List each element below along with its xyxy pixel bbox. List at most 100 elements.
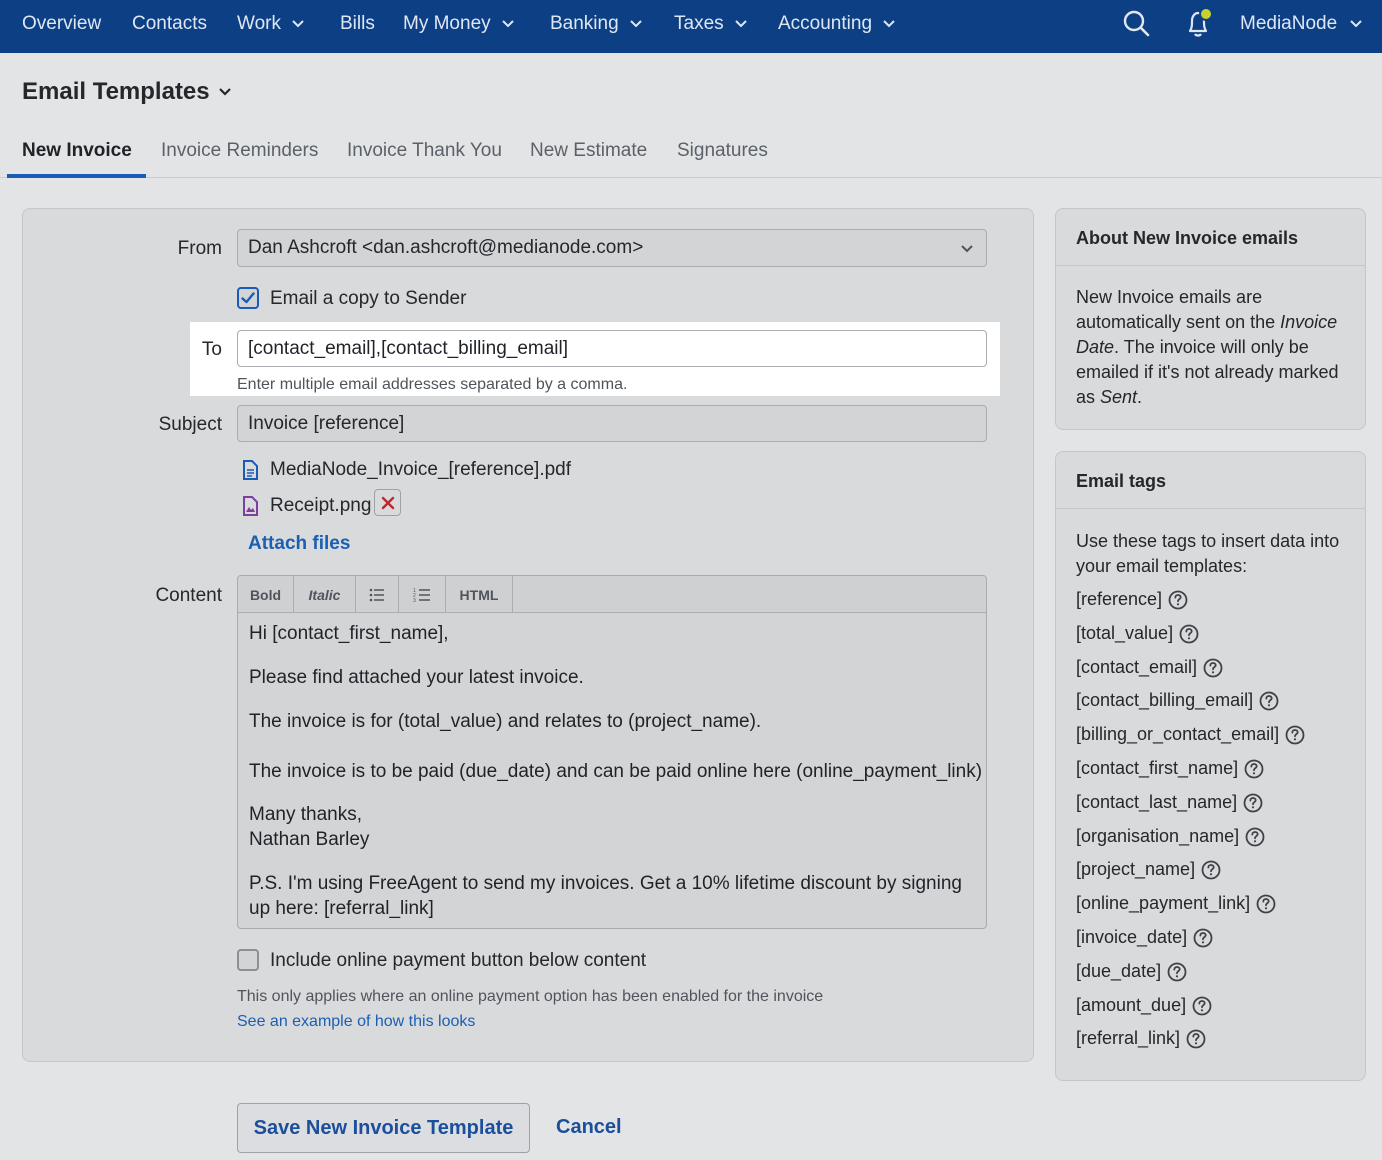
email-tag-item: [referral_link]	[1076, 1028, 1206, 1049]
nav-label: Work	[237, 13, 281, 34]
close-icon	[381, 496, 394, 509]
attach-files-link[interactable]: Attach files	[248, 533, 350, 555]
tab-new-invoice[interactable]: New Invoice	[22, 140, 132, 162]
bullet-list-button[interactable]	[356, 576, 399, 613]
email-tag-label: [contact_last_name]	[1076, 792, 1238, 812]
subject-input[interactable]: Invoice [reference]	[237, 405, 987, 442]
from-label: From	[177, 238, 222, 259]
help-icon[interactable]	[1186, 1029, 1206, 1049]
nav-work[interactable]: Work	[237, 12, 305, 36]
email-tag-item: [contact_email]	[1076, 657, 1223, 678]
italic-button[interactable]: Italic	[294, 576, 356, 613]
email-tag-item: [contact_last_name]	[1076, 792, 1263, 813]
active-tab-indicator	[7, 174, 146, 178]
content-line: The invoice is for (total_value) and rel…	[249, 711, 762, 732]
tab-signatures[interactable]: Signatures	[677, 140, 768, 162]
email-tag-label: [billing_or_contact_email]	[1076, 724, 1280, 744]
help-icon[interactable]	[1179, 624, 1199, 644]
attachment-name: MediaNode_Invoice_[reference].pdf	[270, 459, 572, 480]
nav-taxes[interactable]: Taxes	[674, 12, 748, 36]
content-line: P.S. I'm using FreeAgent to send my invo…	[249, 873, 962, 894]
email-tag-label: [contact_billing_email]	[1076, 690, 1254, 710]
help-icon[interactable]	[1259, 691, 1279, 711]
html-button[interactable]: HTML	[446, 576, 513, 613]
save-template-button[interactable]: Save New Invoice Template	[237, 1103, 530, 1153]
nav-banking[interactable]: Banking	[550, 12, 643, 36]
tab-invoice-reminders[interactable]: Invoice Reminders	[161, 140, 318, 162]
tab-invoice-thank-you[interactable]: Invoice Thank You	[347, 140, 502, 162]
about-panel-header: About New Invoice emails	[1056, 209, 1365, 266]
email-tag-label: [amount_due]	[1076, 995, 1187, 1015]
payment-button-checkbox[interactable]	[237, 949, 259, 971]
help-icon[interactable]	[1243, 793, 1263, 813]
from-select[interactable]: Dan Ashcroft <dan.ashcroft@medianode.com…	[237, 229, 987, 267]
content-line: Nathan Barley	[249, 829, 370, 850]
help-icon[interactable]	[1168, 590, 1188, 610]
email-tag-label: [organisation_name]	[1076, 826, 1240, 846]
payment-button-label: Include online payment button below cont…	[270, 950, 647, 971]
nav-my-money[interactable]: My Money	[403, 12, 515, 36]
help-icon[interactable]	[1203, 658, 1223, 678]
email-tag-item: [amount_due]	[1076, 995, 1212, 1016]
email-copy-sender-checkbox[interactable]	[237, 287, 259, 309]
help-icon[interactable]	[1256, 894, 1276, 914]
subject-value: Invoice [reference]	[248, 412, 405, 434]
nav-bills[interactable]: Bills	[340, 12, 375, 36]
chevron-down-icon	[218, 88, 231, 96]
email-tag-label: [due_date]	[1076, 961, 1162, 981]
to-label: To	[201, 339, 222, 360]
attachment-item: MediaNode_Invoice_[reference].pdf	[242, 459, 571, 481]
search-icon[interactable]	[1121, 8, 1151, 38]
about-panel-text: New Invoice emails are automatically sen…	[1076, 285, 1356, 410]
subject-label: Subject	[158, 414, 222, 435]
email-tag-item: [total_value]	[1076, 623, 1199, 644]
help-icon[interactable]	[1244, 759, 1264, 779]
chevron-down-icon	[961, 245, 973, 253]
account-menu[interactable]: MediaNode	[1240, 12, 1363, 36]
help-icon[interactable]	[1201, 860, 1221, 880]
bell-icon[interactable]	[1181, 4, 1217, 40]
chevron-down-icon	[501, 20, 514, 28]
help-icon[interactable]	[1193, 928, 1213, 948]
editor-toolbar: Bold Italic 123 HTML	[238, 576, 986, 613]
nav-label: Banking	[550, 13, 619, 34]
email-tag-label: [reference]	[1076, 589, 1163, 609]
email-tag-label: [project_name]	[1076, 859, 1196, 879]
email-tag-label: [contact_first_name]	[1076, 758, 1239, 778]
top-navigation: Overview Contacts Work Bills My Money Ba…	[0, 0, 1382, 53]
email-tag-label: [invoice_date]	[1076, 927, 1188, 947]
help-icon[interactable]	[1285, 725, 1305, 745]
help-icon[interactable]	[1192, 996, 1212, 1016]
template-tabs: New Invoice Invoice Reminders Invoice Th…	[0, 130, 1382, 178]
bold-button[interactable]: Bold	[238, 576, 294, 613]
about-panel: About New Invoice emails New Invoice ema…	[1055, 208, 1366, 430]
numbered-list-icon: 123	[413, 588, 430, 603]
nav-accounting[interactable]: Accounting	[778, 12, 896, 36]
help-icon[interactable]	[1245, 827, 1265, 847]
image-file-icon	[243, 496, 258, 516]
svg-text:3: 3	[413, 598, 416, 603]
cancel-button[interactable]: Cancel	[556, 1116, 622, 1139]
nav-contacts[interactable]: Contacts	[132, 12, 207, 36]
about-panel-title: About New Invoice emails	[1076, 228, 1299, 248]
attachment-name: Receipt.png	[270, 495, 372, 516]
tab-new-estimate[interactable]: New Estimate	[530, 140, 647, 162]
email-tags-intro: Use these tags to insert data into your …	[1076, 531, 1340, 576]
about-text-emphasis: Sent	[1100, 387, 1138, 407]
to-hint: Enter multiple email addresses separated…	[237, 376, 628, 393]
nav-overview[interactable]: Overview	[22, 12, 101, 36]
content-editor[interactable]: Bold Italic 123 HTML Hi [contact_first_n…	[237, 575, 987, 929]
email-tag-item: [invoice_date]	[1076, 927, 1213, 948]
remove-attachment-button[interactable]	[374, 489, 401, 516]
numbered-list-button[interactable]: 123	[399, 576, 446, 613]
payment-hint: This only applies where an online paymen…	[237, 988, 824, 1005]
about-text: .	[1137, 387, 1143, 407]
page-title-dropdown[interactable]: Email Templates	[22, 78, 232, 106]
email-tag-label: [contact_email]	[1076, 657, 1198, 677]
chevron-down-icon	[629, 20, 642, 28]
content-line: Many thanks,	[249, 804, 362, 825]
example-link[interactable]: See an example of how this looks	[237, 1013, 475, 1031]
email-tag-item: [project_name]	[1076, 859, 1221, 880]
to-input[interactable]: [contact_email],[contact_billing_email]	[237, 330, 987, 367]
help-icon[interactable]	[1167, 962, 1187, 982]
